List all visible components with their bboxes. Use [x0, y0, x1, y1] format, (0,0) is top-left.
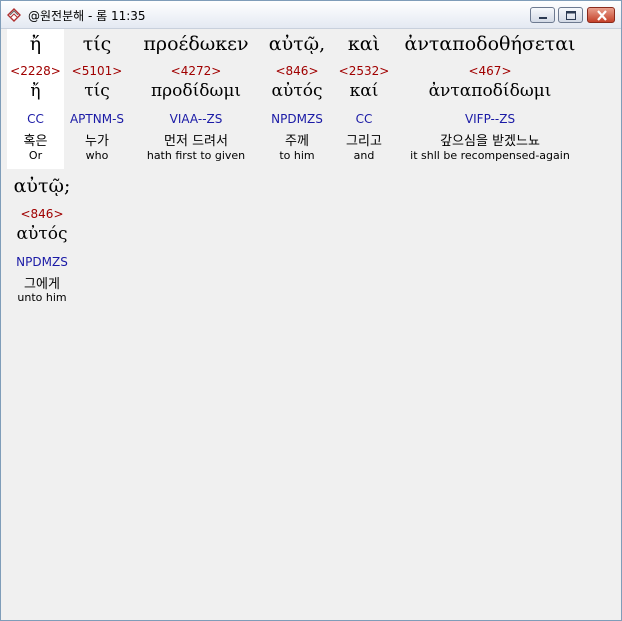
strong-number[interactable]: <467> — [395, 64, 585, 78]
english-gloss: and — [353, 149, 375, 162]
lemma: ἀνταποδίδωμι — [428, 81, 552, 101]
english-gloss: hath first to given — [146, 149, 246, 162]
title-bar[interactable]: @원전분해 - 롬 11:35 — [1, 1, 621, 29]
korean-gloss: 주께 — [285, 134, 309, 149]
maximize-icon — [566, 11, 576, 20]
strong-number[interactable]: <846> — [5, 207, 79, 221]
morphology-code[interactable]: NPDMZS — [261, 112, 333, 126]
lemma: αὐτός — [271, 81, 323, 101]
interlinear-panel: ἤ <2228> ἤ CC 혹은 Or τίς <5101> τίς APTNM… — [5, 29, 617, 616]
greek-word: αὐτῷ, — [268, 33, 326, 55]
korean-gloss: 갚으심을 받겠느뇨 — [440, 134, 540, 149]
greek-word: καὶ — [347, 33, 381, 55]
minimize-icon — [539, 17, 547, 19]
word-column[interactable]: καὶ <2532> καί CC 그리고 and — [337, 29, 391, 169]
morphology-code[interactable]: VIAA--ZS — [135, 112, 257, 126]
korean-gloss: 먼저 드려서 — [164, 134, 228, 149]
strong-number[interactable]: <846> — [261, 64, 333, 78]
word-column[interactable]: προέδωκεν <4272> προδίδωμι VIAA--ZS 먼저 드… — [135, 29, 257, 169]
english-gloss: it shll be recompensed-again — [410, 149, 570, 162]
english-gloss: unto him — [17, 291, 67, 304]
lemma: προδίδωμι — [150, 81, 242, 101]
lemma: καί — [349, 81, 379, 101]
window-title: @원전분해 - 롬 11:35 — [28, 9, 146, 23]
word-column[interactable]: αὐτῷ, <846> αὐτός NPDMZS 주께 to him — [261, 29, 333, 169]
morphology-code[interactable]: VIFP--ZS — [395, 112, 585, 126]
morphology-code[interactable]: CC — [337, 112, 391, 126]
close-icon — [597, 10, 607, 21]
english-gloss: to him — [279, 149, 315, 162]
lemma: αὐτός — [16, 224, 68, 244]
greek-word: προέδωκεν — [143, 33, 249, 55]
word-column[interactable]: ἀνταποδοθήσεται <467> ἀνταποδίδωμι VIFP-… — [395, 29, 585, 169]
minimize-button[interactable] — [530, 7, 555, 23]
korean-gloss: 그리고 — [346, 134, 382, 149]
greek-word: ἀνταποδοθήσεται — [404, 33, 576, 55]
app-window: @원전분해 - 롬 11:35 ἤ <2228> ἤ CC 혹은 Or τίς … — [0, 0, 622, 621]
strong-number[interactable]: <2532> — [337, 64, 391, 78]
korean-gloss: 그에게 — [24, 277, 60, 292]
strong-number[interactable]: <4272> — [135, 64, 257, 78]
morphology-code[interactable]: NPDMZS — [5, 255, 79, 269]
word-column[interactable]: αὐτῷ; <846> αὐτός NPDMZS 그에게 unto him — [5, 29, 79, 314]
book-icon[interactable] — [6, 6, 22, 22]
close-button[interactable] — [587, 7, 615, 23]
greek-word: αὐτῷ; — [13, 175, 71, 197]
maximize-button[interactable] — [558, 7, 583, 23]
